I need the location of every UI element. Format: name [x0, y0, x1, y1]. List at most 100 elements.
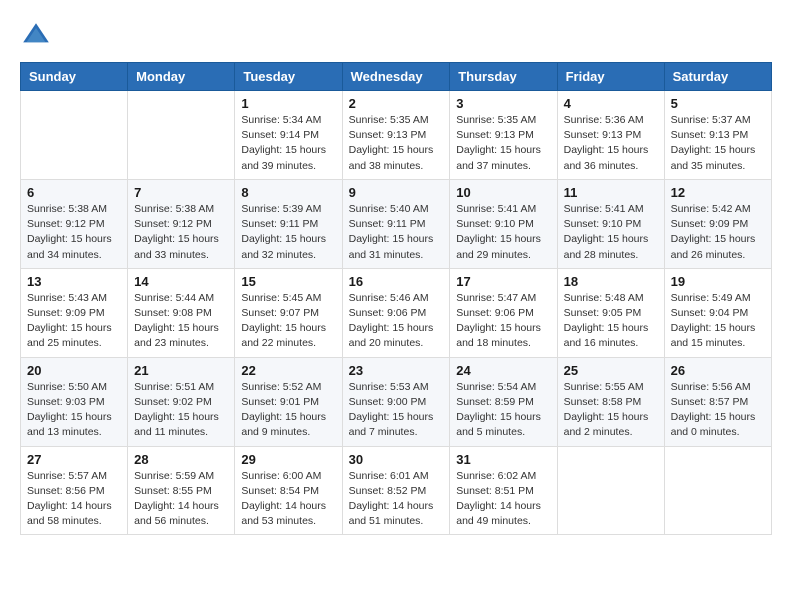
- day-number: 7: [134, 185, 228, 200]
- day-number: 16: [349, 274, 444, 289]
- day-detail: Sunrise: 6:00 AM Sunset: 8:54 PM Dayligh…: [241, 469, 335, 530]
- day-detail: Sunrise: 5:38 AM Sunset: 9:12 PM Dayligh…: [134, 202, 228, 263]
- day-number: 27: [27, 452, 121, 467]
- day-detail: Sunrise: 5:44 AM Sunset: 9:08 PM Dayligh…: [134, 291, 228, 352]
- day-detail: Sunrise: 5:42 AM Sunset: 9:09 PM Dayligh…: [671, 202, 765, 263]
- day-number: 6: [27, 185, 121, 200]
- day-number: 31: [456, 452, 550, 467]
- day-number: 4: [564, 96, 658, 111]
- calendar-day-1: 1Sunrise: 5:34 AM Sunset: 9:14 PM Daylig…: [235, 91, 342, 180]
- calendar-week-row: 20 Sunrise: 5:50 AM Sunset: 9:03 PM Dayli…: [21, 357, 772, 446]
- calendar-day-22: 22 Sunrise: 5:52 AM Sunset: 9:01 PM Dayli…: [235, 357, 342, 446]
- day-number: 23: [349, 363, 444, 378]
- calendar-day-14: 14 Sunrise: 5:44 AM Sunset: 9:08 PM Dayli…: [128, 268, 235, 357]
- weekday-header-tuesday: Tuesday: [235, 63, 342, 91]
- day-detail: Sunrise: 5:52 AM Sunset: 9:01 PM Dayligh…: [241, 380, 335, 441]
- calendar-day-4: 4 Sunrise: 5:36 AM Sunset: 9:13 PM Daylig…: [557, 91, 664, 180]
- day-number: 8: [241, 185, 335, 200]
- day-detail: Sunrise: 6:01 AM Sunset: 8:52 PM Dayligh…: [349, 469, 444, 530]
- day-detail: Sunrise: 5:38 AM Sunset: 9:12 PM Dayligh…: [27, 202, 121, 263]
- weekday-header-monday: Monday: [128, 63, 235, 91]
- day-number: 29: [241, 452, 335, 467]
- calendar-day-31: 31 Sunrise: 6:02 AM Sunset: 8:51 PM Dayli…: [450, 446, 557, 535]
- day-number: 2: [349, 96, 444, 111]
- calendar-week-row: 27 Sunrise: 5:57 AM Sunset: 8:56 PM Dayli…: [21, 446, 772, 535]
- day-detail: Sunrise: 5:55 AM Sunset: 8:58 PM Dayligh…: [564, 380, 658, 441]
- day-detail: Sunrise: 5:37 AM Sunset: 9:13 PM Dayligh…: [671, 113, 765, 174]
- calendar-day-8: 8Sunrise: 5:39 AM Sunset: 9:11 PM Daylig…: [235, 179, 342, 268]
- day-detail: Sunrise: 5:51 AM Sunset: 9:02 PM Dayligh…: [134, 380, 228, 441]
- day-detail: Sunrise: 5:56 AM Sunset: 8:57 PM Dayligh…: [671, 380, 765, 441]
- calendar-day-23: 23 Sunrise: 5:53 AM Sunset: 9:00 PM Dayli…: [342, 357, 450, 446]
- calendar-day-29: 29 Sunrise: 6:00 AM Sunset: 8:54 PM Dayli…: [235, 446, 342, 535]
- day-number: 21: [134, 363, 228, 378]
- day-number: 3: [456, 96, 550, 111]
- weekday-header-sunday: Sunday: [21, 63, 128, 91]
- day-number: 17: [456, 274, 550, 289]
- calendar-empty-cell: [557, 446, 664, 535]
- calendar-week-row: 6 Sunrise: 5:38 AM Sunset: 9:12 PM Daylig…: [21, 179, 772, 268]
- weekday-header-row: SundayMondayTuesdayWednesdayThursdayFrid…: [21, 63, 772, 91]
- day-number: 11: [564, 185, 658, 200]
- calendar-day-30: 30 Sunrise: 6:01 AM Sunset: 8:52 PM Dayli…: [342, 446, 450, 535]
- day-number: 14: [134, 274, 228, 289]
- calendar-day-9: 9 Sunrise: 5:40 AM Sunset: 9:11 PM Daylig…: [342, 179, 450, 268]
- day-number: 22: [241, 363, 335, 378]
- calendar-day-3: 3 Sunrise: 5:35 AM Sunset: 9:13 PM Daylig…: [450, 91, 557, 180]
- calendar-empty-cell: [664, 446, 771, 535]
- calendar-day-7: 7 Sunrise: 5:38 AM Sunset: 9:12 PM Daylig…: [128, 179, 235, 268]
- day-detail: Sunrise: 5:47 AM Sunset: 9:06 PM Dayligh…: [456, 291, 550, 352]
- calendar-day-21: 21 Sunrise: 5:51 AM Sunset: 9:02 PM Dayli…: [128, 357, 235, 446]
- day-number: 5: [671, 96, 765, 111]
- calendar-day-2: 2 Sunrise: 5:35 AM Sunset: 9:13 PM Daylig…: [342, 91, 450, 180]
- day-number: 28: [134, 452, 228, 467]
- day-number: 13: [27, 274, 121, 289]
- day-detail: Sunrise: 5:45 AM Sunset: 9:07 PM Dayligh…: [241, 291, 335, 352]
- day-number: 9: [349, 185, 444, 200]
- day-number: 12: [671, 185, 765, 200]
- day-number: 20: [27, 363, 121, 378]
- day-number: 25: [564, 363, 658, 378]
- day-detail: Sunrise: 5:40 AM Sunset: 9:11 PM Dayligh…: [349, 202, 444, 263]
- weekday-header-saturday: Saturday: [664, 63, 771, 91]
- day-number: 19: [671, 274, 765, 289]
- calendar-table: SundayMondayTuesdayWednesdayThursdayFrid…: [20, 62, 772, 535]
- calendar-day-25: 25 Sunrise: 5:55 AM Sunset: 8:58 PM Dayli…: [557, 357, 664, 446]
- day-detail: Sunrise: 5:50 AM Sunset: 9:03 PM Dayligh…: [27, 380, 121, 441]
- day-detail: Sunrise: 5:57 AM Sunset: 8:56 PM Dayligh…: [27, 469, 121, 530]
- weekday-header-friday: Friday: [557, 63, 664, 91]
- day-detail: Sunrise: 5:43 AM Sunset: 9:09 PM Dayligh…: [27, 291, 121, 352]
- day-detail: Sunrise: 5:41 AM Sunset: 9:10 PM Dayligh…: [456, 202, 550, 263]
- day-number: 30: [349, 452, 444, 467]
- day-detail: Sunrise: 5:53 AM Sunset: 9:00 PM Dayligh…: [349, 380, 444, 441]
- day-detail: Sunrise: 5:35 AM Sunset: 9:13 PM Dayligh…: [456, 113, 550, 174]
- calendar-day-11: 11 Sunrise: 5:41 AM Sunset: 9:10 PM Dayli…: [557, 179, 664, 268]
- day-detail: Sunrise: 5:35 AM Sunset: 9:13 PM Dayligh…: [349, 113, 444, 174]
- calendar-day-17: 17 Sunrise: 5:47 AM Sunset: 9:06 PM Dayli…: [450, 268, 557, 357]
- calendar-day-26: 26 Sunrise: 5:56 AM Sunset: 8:57 PM Dayli…: [664, 357, 771, 446]
- day-number: 18: [564, 274, 658, 289]
- day-detail: Sunrise: 5:46 AM Sunset: 9:06 PM Dayligh…: [349, 291, 444, 352]
- calendar-day-15: 15 Sunrise: 5:45 AM Sunset: 9:07 PM Dayli…: [235, 268, 342, 357]
- day-detail: Sunrise: 5:41 AM Sunset: 9:10 PM Dayligh…: [564, 202, 658, 263]
- calendar-day-6: 6 Sunrise: 5:38 AM Sunset: 9:12 PM Daylig…: [21, 179, 128, 268]
- weekday-header-wednesday: Wednesday: [342, 63, 450, 91]
- calendar-day-19: 19Sunrise: 5:49 AM Sunset: 9:04 PM Dayli…: [664, 268, 771, 357]
- calendar-week-row: 13 Sunrise: 5:43 AM Sunset: 9:09 PM Dayli…: [21, 268, 772, 357]
- logo-icon: [20, 20, 52, 52]
- calendar-day-5: 5 Sunrise: 5:37 AM Sunset: 9:13 PM Daylig…: [664, 91, 771, 180]
- calendar-day-24: 24Sunrise: 5:54 AM Sunset: 8:59 PM Dayli…: [450, 357, 557, 446]
- calendar-day-12: 12 Sunrise: 5:42 AM Sunset: 9:09 PM Dayli…: [664, 179, 771, 268]
- day-number: 26: [671, 363, 765, 378]
- calendar-empty-cell: [128, 91, 235, 180]
- calendar-day-18: 18Sunrise: 5:48 AM Sunset: 9:05 PM Dayli…: [557, 268, 664, 357]
- calendar-week-row: 1Sunrise: 5:34 AM Sunset: 9:14 PM Daylig…: [21, 91, 772, 180]
- day-detail: Sunrise: 5:36 AM Sunset: 9:13 PM Dayligh…: [564, 113, 658, 174]
- day-detail: Sunrise: 6:02 AM Sunset: 8:51 PM Dayligh…: [456, 469, 550, 530]
- logo: [20, 20, 56, 52]
- calendar-day-10: 10Sunrise: 5:41 AM Sunset: 9:10 PM Dayli…: [450, 179, 557, 268]
- day-number: 15: [241, 274, 335, 289]
- calendar-day-28: 28Sunrise: 5:59 AM Sunset: 8:55 PM Dayli…: [128, 446, 235, 535]
- day-number: 1: [241, 96, 335, 111]
- calendar-day-27: 27 Sunrise: 5:57 AM Sunset: 8:56 PM Dayli…: [21, 446, 128, 535]
